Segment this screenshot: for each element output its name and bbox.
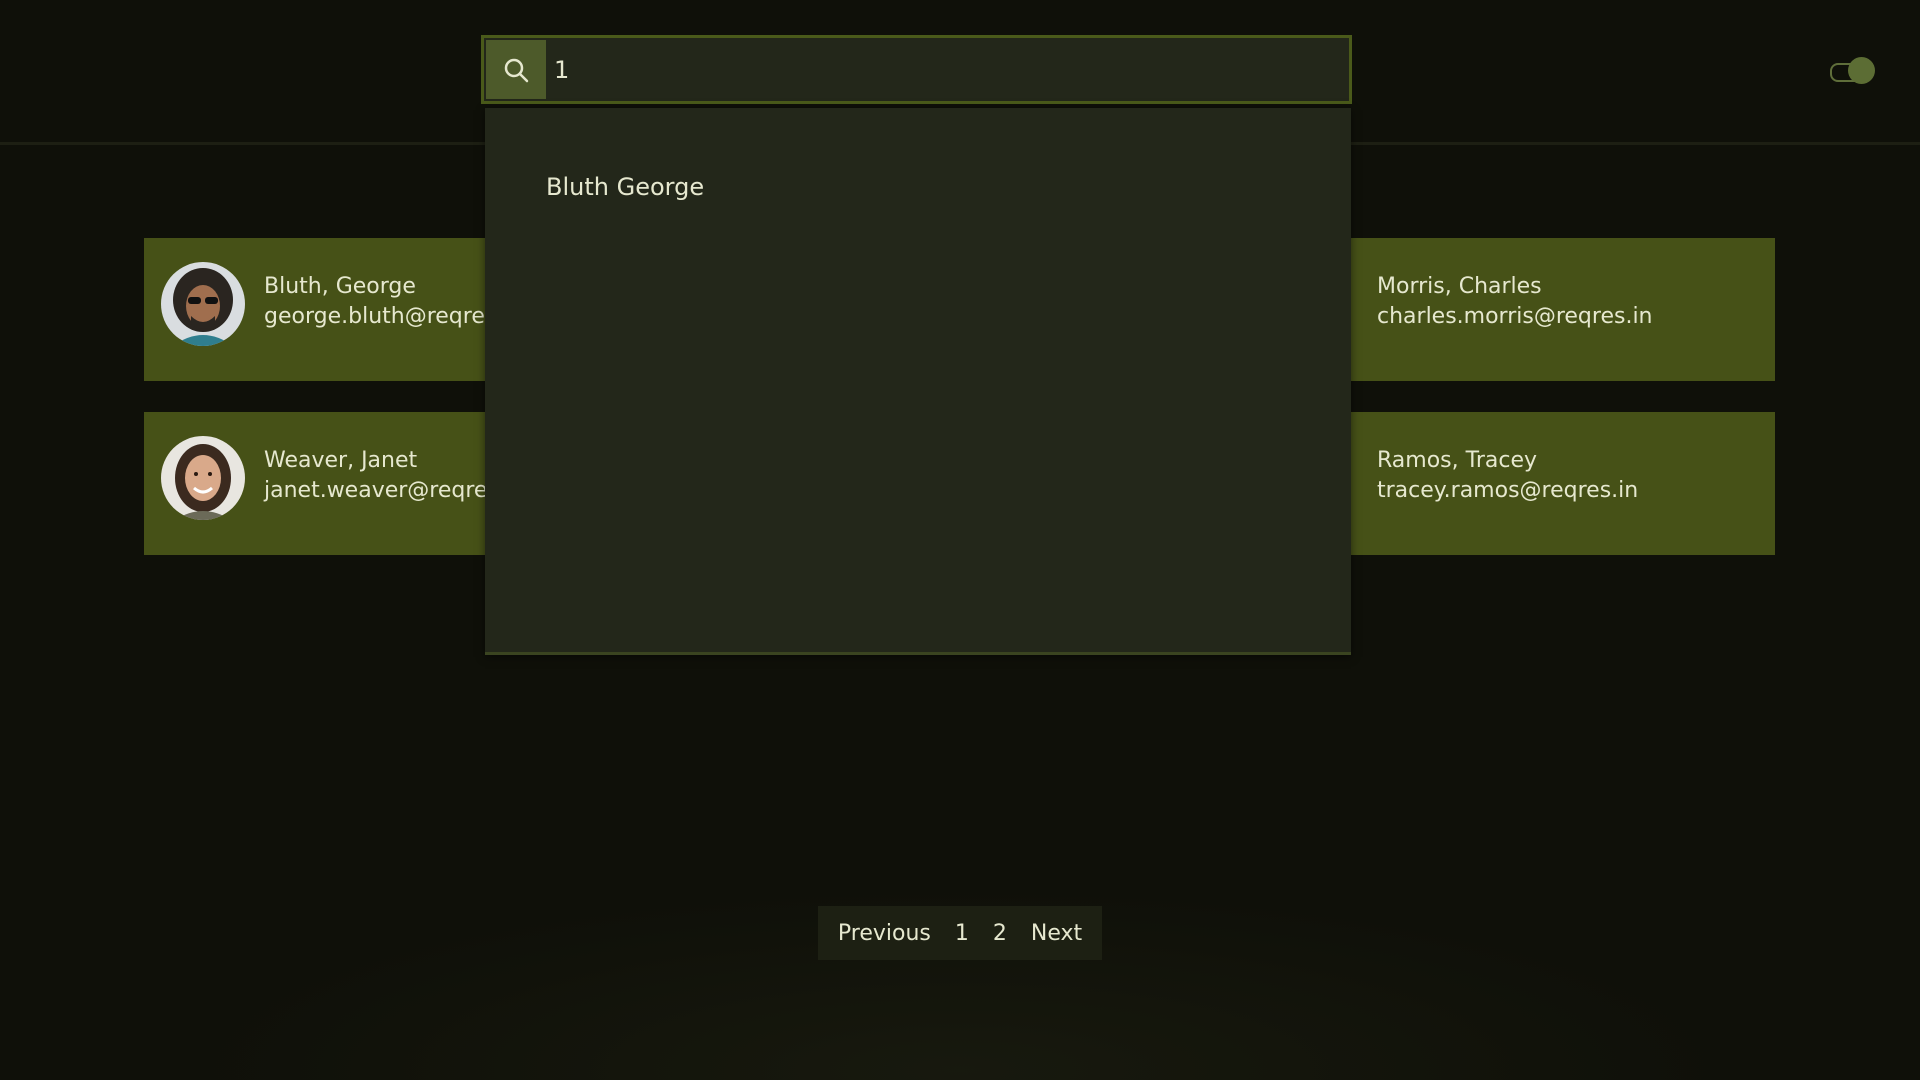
pagination: Previous 1 2 Next bbox=[818, 906, 1102, 960]
user-email: charles.morris@reqres.in bbox=[1377, 304, 1653, 329]
suggestion-item[interactable]: Bluth George bbox=[546, 173, 704, 201]
page-1-button[interactable]: 1 bbox=[943, 921, 981, 946]
avatar-george-image bbox=[161, 262, 245, 346]
user-card[interactable]: Morris, Charles charles.morris@reqres.in bbox=[1349, 238, 1775, 381]
user-email: tracey.ramos@reqres.in bbox=[1377, 478, 1639, 503]
search-suggestions-dropdown: Bluth George bbox=[485, 108, 1351, 655]
previous-page-button[interactable]: Previous bbox=[826, 921, 943, 946]
search-input[interactable] bbox=[554, 42, 1334, 98]
toggle-knob bbox=[1848, 57, 1875, 84]
avatar bbox=[161, 262, 245, 346]
page-2-button[interactable]: 2 bbox=[981, 921, 1019, 946]
user-email: janet.weaver@reqres.i bbox=[264, 478, 513, 503]
avatar-janet-image bbox=[161, 436, 245, 520]
user-name: Ramos, Tracey bbox=[1377, 448, 1538, 473]
user-name: Weaver, Janet bbox=[264, 448, 418, 473]
search-icon bbox=[504, 58, 529, 82]
user-name: Morris, Charles bbox=[1377, 274, 1542, 299]
user-email: george.bluth@reqres.i bbox=[264, 304, 510, 329]
search-button[interactable] bbox=[486, 40, 546, 99]
theme-toggle[interactable] bbox=[1829, 56, 1877, 84]
next-page-button[interactable]: Next bbox=[1019, 921, 1094, 946]
avatar bbox=[161, 436, 245, 520]
user-name: Bluth, George bbox=[264, 274, 416, 299]
user-card[interactable]: Ramos, Tracey tracey.ramos@reqres.in bbox=[1349, 412, 1775, 555]
search-box bbox=[481, 35, 1352, 104]
